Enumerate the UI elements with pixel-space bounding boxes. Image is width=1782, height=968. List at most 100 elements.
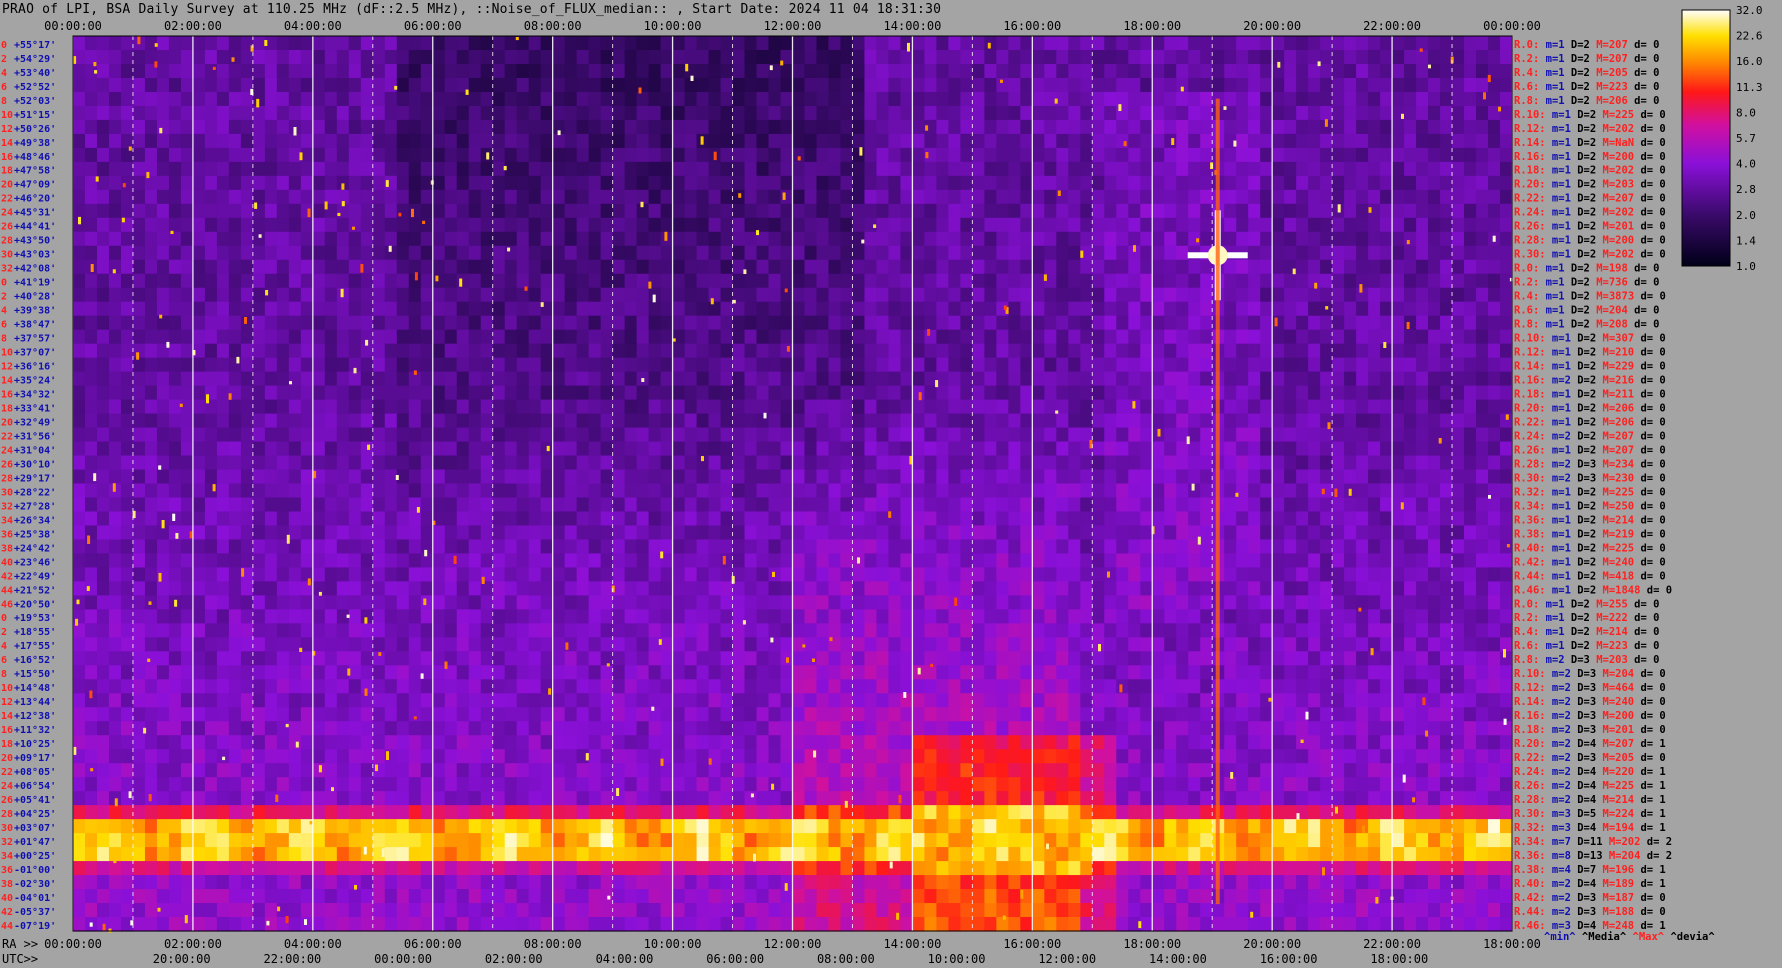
heatmap-cell xyxy=(1500,567,1513,582)
heatmap-cell xyxy=(936,91,949,107)
heatmap-cell xyxy=(864,483,878,499)
heatmap-cell xyxy=(1368,287,1381,303)
heatmap-cell xyxy=(1464,259,1477,275)
heatmap-cell xyxy=(792,273,806,289)
heatmap-cell xyxy=(216,273,230,289)
heatmap-cell xyxy=(372,315,386,331)
heatmap-cell xyxy=(924,539,937,555)
heatmap-cell xyxy=(1260,357,1273,373)
heatmap-cell xyxy=(1296,301,1309,317)
heatmap-cell xyxy=(108,539,122,555)
heatmap-cell xyxy=(468,427,482,443)
heatmap-cell xyxy=(1368,539,1381,555)
heatmap-cell xyxy=(84,595,98,610)
heatmap-cell xyxy=(1380,511,1393,527)
heatmap-cell xyxy=(1392,525,1405,541)
heatmap-cell xyxy=(696,399,710,415)
heatmap-cell xyxy=(1416,315,1429,331)
heatmap-cell xyxy=(1248,217,1261,233)
heatmap-cell xyxy=(228,399,242,415)
heatmap-cell xyxy=(348,581,362,596)
heatmap-cell xyxy=(780,63,794,79)
heatmap-cell xyxy=(336,49,350,65)
heatmap-cell xyxy=(1116,455,1129,471)
heatmap-cell xyxy=(1392,511,1405,527)
heatmap-cell xyxy=(744,595,758,610)
heatmap-cell xyxy=(120,49,134,65)
heatmap-cell xyxy=(972,511,985,527)
heatmap-cell xyxy=(1440,427,1453,443)
heatmap-cell xyxy=(1152,329,1165,345)
heatmap-cell xyxy=(120,385,134,401)
heatmap-cell xyxy=(156,91,170,107)
heatmap-cell xyxy=(480,595,494,610)
heatmap-cell xyxy=(1344,441,1357,457)
heatmap-cell xyxy=(420,399,434,415)
heatmap-cell xyxy=(96,385,110,401)
heatmap-cell xyxy=(384,301,398,317)
heatmap-cell xyxy=(1092,385,1105,401)
heatmap-cell xyxy=(708,581,722,596)
heatmap-cell xyxy=(372,287,386,303)
heatmap-cell xyxy=(1128,539,1141,555)
heatmap-cell xyxy=(840,427,854,443)
heatmap-cell xyxy=(876,441,890,457)
heatmap-cell xyxy=(132,567,146,582)
heatmap-cell xyxy=(360,511,374,527)
heatmap-cell xyxy=(1008,525,1021,541)
heatmap-cell xyxy=(1140,525,1153,541)
heatmap-cell xyxy=(348,203,362,219)
heatmap-cell xyxy=(1008,203,1021,219)
heatmap-cell xyxy=(408,539,422,555)
heatmap-cell xyxy=(768,133,782,149)
heatmap-cell xyxy=(1476,36,1489,51)
heatmap-cell xyxy=(1272,581,1285,596)
heatmap-cell xyxy=(1320,36,1333,51)
heatmap-cell xyxy=(1476,441,1489,457)
heatmap-cell xyxy=(120,329,134,345)
heatmap-cell xyxy=(1440,273,1453,289)
heatmap-cell xyxy=(744,91,758,107)
heatmap-cell xyxy=(1236,357,1249,373)
heatmap-cell xyxy=(360,539,374,555)
heatmap-cell xyxy=(1452,413,1465,429)
heatmap-cell xyxy=(1224,511,1237,527)
heatmap-cell xyxy=(192,385,206,401)
heatmap-cell xyxy=(816,36,830,51)
heatmap-cell xyxy=(780,105,794,121)
heatmap-cell xyxy=(312,525,326,541)
heatmap-cell xyxy=(396,413,410,429)
heatmap-cell xyxy=(780,441,794,457)
heatmap-cell xyxy=(1308,259,1321,275)
heatmap-cell xyxy=(276,175,290,191)
heatmap-cell xyxy=(1092,259,1105,275)
heatmap-cell xyxy=(384,497,398,513)
heatmap-cell xyxy=(360,441,374,457)
heatmap-cell xyxy=(1140,553,1153,568)
heatmap-cell xyxy=(1500,63,1513,79)
heatmap-cell xyxy=(1152,539,1165,555)
heatmap-cell xyxy=(564,315,578,331)
heatmap-cell xyxy=(1308,455,1321,471)
heatmap-cell xyxy=(1068,217,1081,233)
heatmap-cell xyxy=(600,147,614,163)
heatmap-cell xyxy=(156,259,170,275)
heatmap-cell xyxy=(1200,63,1213,79)
heatmap-cell xyxy=(636,315,650,331)
heatmap-cell xyxy=(1284,329,1297,345)
heatmap-cell xyxy=(192,581,206,596)
heatmap-cell xyxy=(1176,567,1189,582)
heatmap-cell xyxy=(744,455,758,471)
heatmap-cell xyxy=(73,36,86,51)
heatmap-cell xyxy=(864,105,878,121)
heatmap-cell xyxy=(864,413,878,429)
heatmap-cell xyxy=(936,427,949,443)
heatmap-cell xyxy=(1440,91,1453,107)
heatmap-cell xyxy=(1056,231,1069,247)
heatmap-cell xyxy=(1152,91,1165,107)
heatmap-cell xyxy=(1308,427,1321,443)
heatmap-cell xyxy=(780,147,794,163)
heatmap-cell xyxy=(1260,287,1273,303)
heatmap-cell xyxy=(336,119,350,135)
heatmap-cell xyxy=(468,133,482,149)
